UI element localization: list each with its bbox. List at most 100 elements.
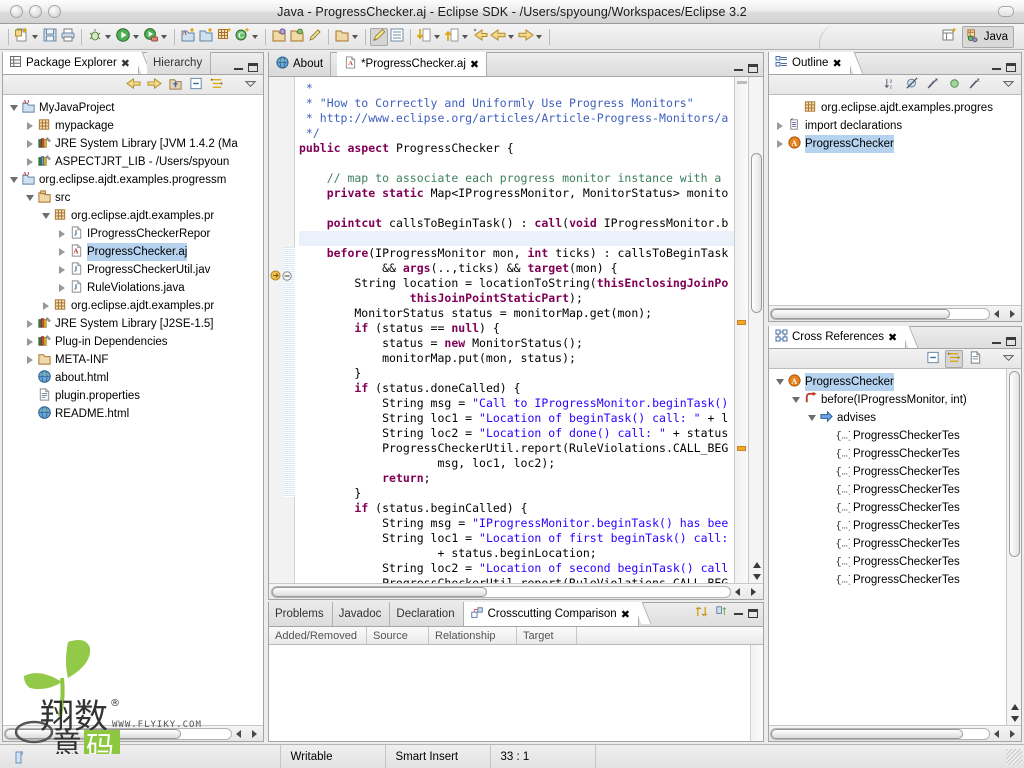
column-header[interactable]: Source bbox=[367, 627, 429, 644]
overview-marker[interactable] bbox=[737, 319, 746, 325]
hscroll-right-icon[interactable] bbox=[1005, 307, 1020, 320]
toolbar-toggle-markers-button[interactable] bbox=[370, 27, 388, 46]
code-line[interactable]: thisJoinPointStaticPart); bbox=[299, 291, 734, 306]
editor-vertical-ruler[interactable] bbox=[269, 77, 295, 583]
outline-hscrollbar[interactable] bbox=[769, 305, 1021, 321]
tree-row[interactable]: org.eclipse.ajdt.examples.pr bbox=[3, 297, 263, 315]
tree-twisty-down-icon[interactable] bbox=[789, 397, 802, 403]
tree-row[interactable]: {…}ProgressCheckerTes bbox=[769, 553, 1021, 571]
open-perspective-button[interactable] bbox=[940, 28, 958, 46]
column-header[interactable]: Relationship bbox=[429, 627, 517, 644]
code-line[interactable]: before(IProgressMonitor mon, int ticks) … bbox=[299, 246, 734, 261]
maximize-icon[interactable] bbox=[748, 64, 758, 73]
tree-row[interactable]: {…}ProgressCheckerTes bbox=[769, 427, 1021, 445]
hide-static-button[interactable]: S bbox=[924, 76, 942, 94]
tree-row[interactable]: org.eclipse.ajdt.examples.pr bbox=[3, 207, 263, 225]
tree-row[interactable]: META-INF bbox=[3, 351, 263, 369]
tree-row[interactable]: A ProgressChecker bbox=[769, 135, 1021, 153]
forward-arrow-button[interactable] bbox=[145, 76, 163, 94]
close-icon[interactable]: ✖ bbox=[621, 608, 630, 621]
editor-overview-ruler[interactable] bbox=[734, 77, 748, 583]
tree-twisty-right-icon[interactable] bbox=[39, 302, 52, 310]
tree-row[interactable]: {…}ProgressCheckerTes bbox=[769, 517, 1021, 535]
sort-button[interactable] bbox=[714, 604, 729, 622]
hscroll-left-icon[interactable] bbox=[990, 307, 1005, 320]
code-line[interactable] bbox=[299, 231, 734, 246]
toolbar-search-dropdown-icon[interactable] bbox=[352, 34, 358, 39]
view-menu-button[interactable] bbox=[999, 350, 1017, 368]
source-code[interactable]: * * "How to Correctly and Uniformly Use … bbox=[295, 77, 734, 583]
tree-twisty-right-icon[interactable] bbox=[55, 266, 68, 274]
tree-row[interactable]: about.html bbox=[3, 369, 263, 387]
toolbar-forward-dropdown-icon[interactable] bbox=[536, 34, 542, 39]
tree-row[interactable]: A ProgressChecker.aj bbox=[3, 243, 263, 261]
toolbar-back-button[interactable] bbox=[489, 28, 507, 46]
editor-tab-about[interactable]: About bbox=[269, 52, 332, 76]
code-line[interactable]: if (status.beginCalled) { bbox=[299, 501, 734, 516]
overview-marker[interactable] bbox=[737, 446, 746, 452]
editor-hscroll-thumb[interactable] bbox=[272, 586, 488, 597]
hscroll-right-icon[interactable] bbox=[1005, 727, 1020, 740]
fold-collapse-icon[interactable] bbox=[282, 271, 292, 284]
tab-package-explorer[interactable]: Package Explorer ✖ bbox=[3, 52, 152, 74]
hscroll-thumb[interactable] bbox=[5, 728, 182, 739]
toolbar-next-annotation-button[interactable] bbox=[415, 28, 433, 46]
tree-twisty-right-icon[interactable] bbox=[773, 122, 786, 130]
hscroll-right-icon[interactable] bbox=[247, 727, 262, 740]
code-line[interactable]: public aspect ProgressChecker { bbox=[299, 141, 734, 156]
code-line[interactable]: status = new MonitorStatus(); bbox=[299, 336, 734, 351]
tree-row[interactable]: AJ org.eclipse.ajdt.examples.progressm bbox=[3, 171, 263, 189]
hscroll-track[interactable] bbox=[770, 727, 990, 740]
tree-twisty-right-icon[interactable] bbox=[23, 140, 36, 148]
vscroll-up-icon[interactable] bbox=[749, 559, 763, 571]
editor-hscroll-left-icon[interactable] bbox=[731, 585, 746, 598]
toolbar-new-class-dropdown-icon[interactable] bbox=[252, 34, 258, 39]
collapse-up-folder-button[interactable] bbox=[166, 76, 184, 94]
code-line[interactable]: * bbox=[299, 81, 734, 96]
close-icon[interactable]: ✖ bbox=[888, 331, 897, 344]
tree-row[interactable]: J ProgressCheckerUtil.jav bbox=[3, 261, 263, 279]
tree-row[interactable]: src bbox=[3, 189, 263, 207]
close-icon[interactable]: ✖ bbox=[832, 57, 841, 70]
code-line[interactable]: * http://www.eclipse.org/articles/Articl… bbox=[299, 111, 734, 126]
toolbar-new-java-project-button[interactable]: A bbox=[179, 28, 197, 46]
tree-row[interactable]: J RuleViolations.java bbox=[3, 279, 263, 297]
resize-grip[interactable] bbox=[1006, 748, 1022, 765]
code-line[interactable]: String loc2 = "Location of second beginT… bbox=[299, 561, 734, 576]
tree-twisty-down-icon[interactable] bbox=[7, 105, 20, 111]
maximize-icon[interactable] bbox=[1006, 63, 1016, 72]
tree-twisty-right-icon[interactable] bbox=[23, 158, 36, 166]
editor-hscroll-track[interactable] bbox=[271, 585, 731, 598]
code-line[interactable]: // map to associate each progress monito… bbox=[299, 171, 734, 186]
toolbar-new-package-button[interactable] bbox=[215, 28, 233, 46]
code-line[interactable]: } bbox=[299, 366, 734, 381]
hscroll-thumb[interactable] bbox=[771, 728, 963, 739]
toolbar-debug-dropdown-icon[interactable] bbox=[105, 34, 111, 39]
tree-row[interactable]: advises bbox=[769, 409, 1021, 427]
tree-row[interactable]: mypackage bbox=[3, 117, 263, 135]
code-line[interactable] bbox=[299, 156, 734, 171]
vscroll-thumb[interactable] bbox=[751, 153, 762, 313]
editor-tab-progresschecker[interactable]: A *ProgressChecker.aj ✖ bbox=[337, 52, 488, 76]
toolbar-new-wizard-button[interactable] bbox=[13, 28, 31, 46]
bottom-tab-crosscutting-comparison[interactable]: Crosscutting Comparison ✖ bbox=[463, 602, 652, 626]
tree-row[interactable]: {…}ProgressCheckerTes bbox=[769, 535, 1021, 553]
tab-cross-references[interactable]: Cross References ✖ bbox=[769, 326, 919, 348]
column-header[interactable]: Target bbox=[517, 627, 577, 644]
tree-twisty-right-icon[interactable] bbox=[773, 140, 786, 148]
hscroll-left-icon[interactable] bbox=[990, 727, 1005, 740]
editor-hscrollbar[interactable] bbox=[269, 583, 763, 599]
code-line[interactable]: && args(..,ticks) && target(mon) { bbox=[299, 261, 734, 276]
hscroll-track[interactable] bbox=[770, 307, 990, 320]
maximize-icon[interactable] bbox=[1006, 337, 1016, 346]
tree-row[interactable]: org.eclipse.ajdt.examples.progres bbox=[769, 99, 1021, 117]
link-button[interactable] bbox=[945, 349, 963, 368]
tree-twisty-right-icon[interactable] bbox=[23, 338, 36, 346]
bottom-tab-declaration[interactable]: Declaration bbox=[390, 602, 464, 626]
link-with-editor-button[interactable] bbox=[208, 76, 226, 94]
toolbar-save-button[interactable] bbox=[41, 28, 59, 46]
tree-row[interactable]: JRE System Library [J2SE-1.5] bbox=[3, 315, 263, 333]
tree-row[interactable]: {…}ProgressCheckerTes bbox=[769, 481, 1021, 499]
toolbar-previous-annotation-dropdown-icon[interactable] bbox=[462, 34, 468, 39]
code-line[interactable]: String loc1 = "Location of beginTask() c… bbox=[299, 411, 734, 426]
